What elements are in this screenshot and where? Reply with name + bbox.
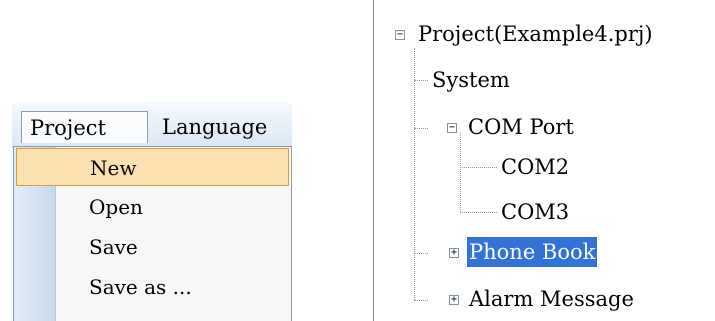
tree-connector-line xyxy=(414,253,428,254)
menu-item-new[interactable]: New xyxy=(16,148,289,186)
menu-item-open[interactable]: Open xyxy=(16,188,289,226)
tree-node-label: System xyxy=(432,68,510,92)
tree-connector-line xyxy=(414,300,428,301)
tree-connector-line xyxy=(460,167,497,168)
plus-box-icon[interactable]: + xyxy=(449,295,459,305)
tree-node-label: Project(Example4.prj) xyxy=(418,22,653,46)
menu-language[interactable]: Language xyxy=(154,111,292,143)
menu-item-save[interactable]: Save xyxy=(16,228,289,266)
menu-panel: Project Language New Open Save Save as .… xyxy=(12,103,292,321)
tree-node-label: COM2 xyxy=(501,155,570,179)
tree-connector-line xyxy=(414,80,428,81)
minus-box-icon[interactable]: − xyxy=(395,30,405,40)
tree-node-label: Phone Book xyxy=(467,237,598,267)
menu-project[interactable]: Project xyxy=(21,111,148,143)
tree-connector-line xyxy=(414,128,428,129)
tree-connector-line xyxy=(460,212,497,213)
plus-box-icon[interactable]: + xyxy=(449,248,459,258)
tree-node-label: Alarm Message xyxy=(469,287,634,311)
menu-item-save-as[interactable]: Save as ... xyxy=(16,268,289,306)
tree-connector-line xyxy=(414,48,415,300)
project-tree-panel: − Project(Example4.prj) System − COM Por… xyxy=(373,0,715,321)
tree-connector-line xyxy=(460,133,461,212)
menu-bar: Project Language xyxy=(12,103,292,148)
tree-node-label: COM3 xyxy=(501,200,570,224)
project-dropdown-menu: New Open Save Save as ... xyxy=(13,146,292,321)
tree-node-label: COM Port xyxy=(468,115,574,139)
minus-box-icon[interactable]: − xyxy=(447,123,457,133)
